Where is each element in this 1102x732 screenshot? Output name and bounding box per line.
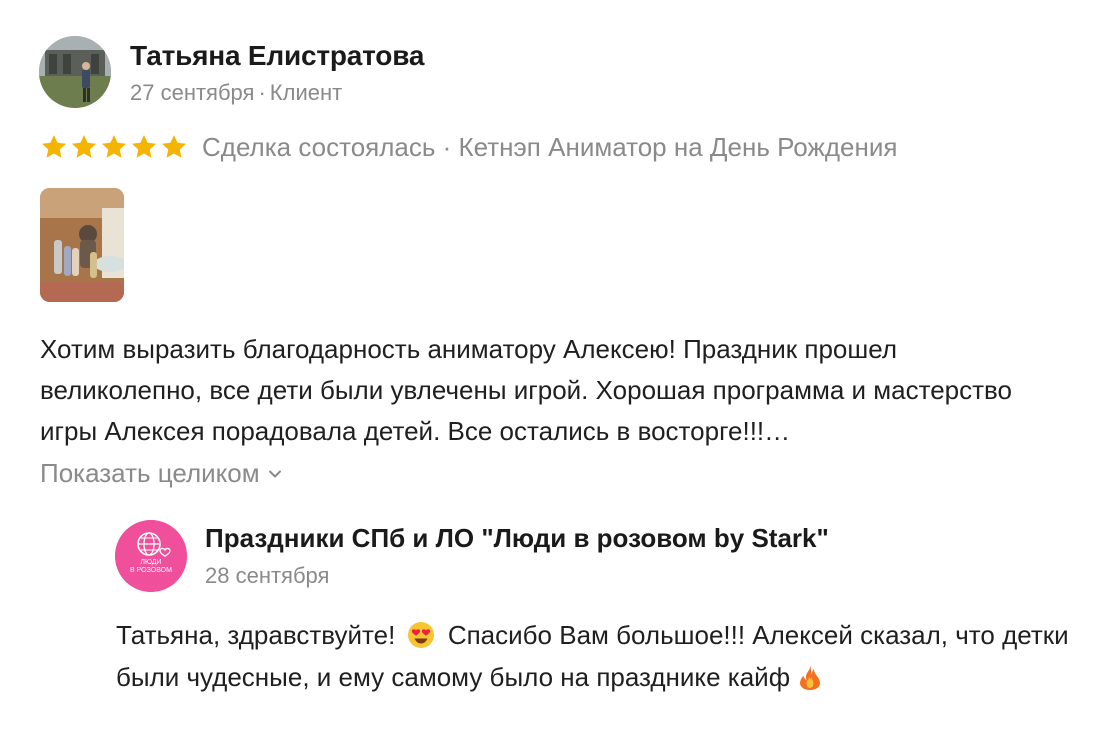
meta-separator: · [258, 80, 266, 105]
show-more-label: Показать целиком [40, 458, 260, 488]
star-icon [161, 135, 187, 158]
company-logo[interactable]: ЛЮДИ В РОЗОВОМ [115, 520, 187, 592]
review-photo-thumbnail-icon [40, 188, 124, 302]
logo-text-line1: ЛЮДИ [140, 559, 161, 566]
author-meta: 27 сентября · Клиент [130, 80, 342, 106]
rating-row: Сделка состоялась · Кетнэп Аниматор на Д… [40, 130, 897, 164]
show-more-button[interactable]: Показать целиком [40, 458, 284, 489]
reply-date: 28 сентября [205, 563, 330, 588]
author-name[interactable]: Татьяна Елистратова [130, 40, 424, 72]
author-avatar[interactable] [39, 36, 111, 108]
star-rating [40, 133, 188, 161]
review-card: Татьяна Елистратова 27 сентября · Клиент С… [0, 0, 1102, 732]
review-text: Хотим выразить благодарность аниматору А… [40, 334, 1013, 446]
reply-text-part1: Татьяна, здравствуйте! [116, 620, 396, 650]
deal-status: Сделка состоялась · Кетнэп Аниматор на Д… [202, 131, 898, 162]
reply-text: Татьяна, здравствуйте! Спасибо Вам больш… [116, 614, 1076, 698]
star-icon [131, 135, 157, 158]
star-icon [101, 135, 127, 158]
star-icon [41, 135, 67, 158]
globe-heart-logo-icon: ЛЮДИ В РОЗОВОМ [115, 520, 187, 592]
heart-eyes-emoji-icon [407, 622, 434, 648]
star-icon [71, 135, 97, 158]
author-role: Клиент [269, 80, 343, 105]
chevron-down-icon [268, 470, 281, 477]
user-photo-icon [39, 36, 111, 108]
reply-author-name[interactable]: Праздники СПб и ЛО "Люди в розовом by St… [205, 523, 829, 554]
fire-emoji-icon [800, 665, 821, 690]
review-date: 27 сентября [130, 80, 255, 105]
logo-text-line2: В РОЗОВОМ [130, 567, 172, 574]
review-photo[interactable] [40, 188, 124, 302]
